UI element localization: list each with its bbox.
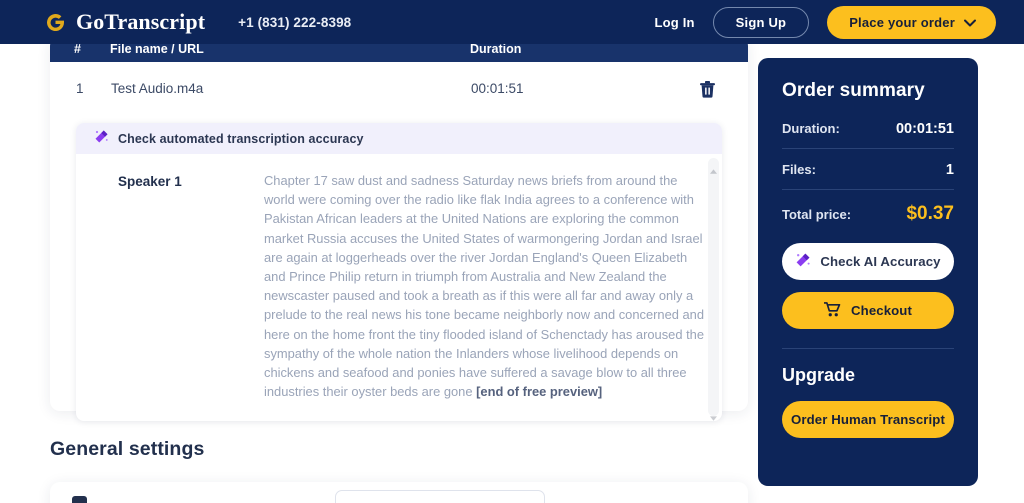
general-settings-card [50,482,748,503]
trash-icon[interactable] [694,76,720,102]
chevron-down-icon [964,15,976,30]
files-value: 1 [945,162,954,178]
summary-divider [782,348,954,349]
column-header-number: # [74,42,81,56]
summary-row-duration: Duration: 00:01:51 [782,121,954,149]
scroll-down-arrow-icon[interactable] [710,408,717,421]
magic-wand-icon [795,252,811,271]
signup-button[interactable]: Sign Up [712,6,810,38]
place-order-label: Place your order [849,14,955,30]
brand-logo[interactable]: GoTranscript [44,9,205,35]
accuracy-banner-label: Check automated transcription accuracy [118,131,364,146]
phone-number[interactable]: +1 (831) 222-8398 [238,15,351,30]
scroll-up-arrow-icon[interactable] [710,161,717,174]
checkout-button[interactable]: Checkout [782,292,954,329]
row-filename: Test Audio.m4a [111,81,204,96]
accuracy-banner[interactable]: Check automated transcription accuracy [76,123,722,154]
column-header-duration: Duration [470,42,522,56]
duration-label: Duration: [782,121,840,136]
place-your-order-button[interactable]: Place your order [827,5,996,39]
gotranscript-g-logo-icon [44,11,67,34]
upgrade-title: Upgrade [782,365,856,385]
page-root: GoTranscript +1 (831) 222-8398 Log In Si… [0,0,1024,503]
end-of-preview-marker: [end of free preview] [476,384,603,400]
check-ai-accuracy-button[interactable]: Check AI Accuracy [782,243,954,280]
order-summary-panel: Order summary Duration: 00:01:51 Files: … [758,58,978,486]
site-header: GoTranscript +1 (831) 222-8398 Log In Si… [0,0,1024,44]
summary-row-total-price: Total price: $0.37 [782,203,954,225]
general-settings-title: General settings [50,438,205,460]
row-duration: 00:01:51 [471,81,524,96]
duration-value: 00:01:51 [895,121,954,137]
header-nav: Log In Sign Up Place your order [654,5,996,39]
transcript-body: Speaker 1 Chapter 17 saw dust and sadnes… [76,154,722,421]
check-ai-accuracy-label: Check AI Accuracy [820,254,941,269]
settings-select-input[interactable] [335,490,545,503]
checkout-label: Checkout [851,303,912,318]
order-human-transcript-button[interactable]: Order Human Transcript [782,401,954,438]
login-link[interactable]: Log In [654,15,694,30]
settings-item-icon [72,496,87,503]
speaker-label: Speaker 1 [118,174,182,189]
transcript-panel: Check automated transcription accuracy S… [76,123,722,421]
files-card: # File name / URL Duration 1 Test Audio.… [50,36,748,421]
row-number: 1 [76,81,84,96]
transcript-paragraph: Chapter 17 saw dust and sadness Saturday… [264,173,705,400]
transcript-text: Chapter 17 saw dust and sadness Saturday… [264,171,708,401]
order-summary-title: Order summary [782,80,925,101]
transcript-scrollbar[interactable] [708,158,719,421]
files-label: Files: [782,162,816,177]
brand-name: GoTranscript [76,9,206,34]
shopping-cart-icon [823,301,841,320]
total-price-label: Total price: [782,207,852,222]
total-price-value: $0.37 [906,203,954,224]
magic-wand-icon [94,129,109,149]
summary-row-files: Files: 1 [782,162,954,190]
column-header-filename: File name / URL [110,42,204,56]
